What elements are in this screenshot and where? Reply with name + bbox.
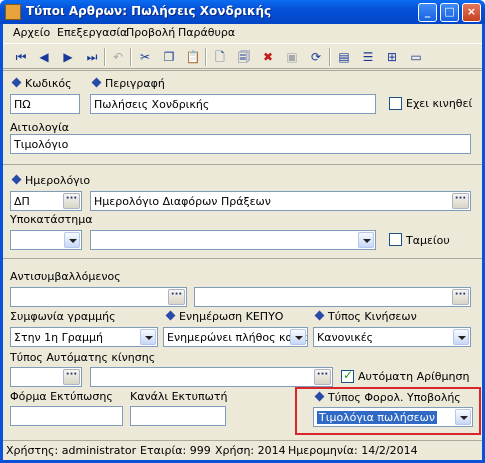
window-title: Τύποι Αρθρων: Πωλήσεις Χονδρικής (26, 4, 272, 18)
kepyo-select[interactable]: Ενημερώνει πλήθος και α (163, 327, 308, 347)
section-divider (3, 164, 482, 165)
auto-numbering-checkbox[interactable] (341, 368, 354, 383)
menu-edit[interactable]: Επεξεργασία (57, 26, 127, 39)
print-form-label: Φόρμα Εκτύπωσης (10, 390, 113, 403)
menu-bar: Αρχείο Επεξεργασία Προβολή Παράθυρα (3, 24, 482, 43)
required-icon (314, 310, 325, 321)
app-icon (5, 4, 21, 20)
cash-checkbox[interactable] (389, 233, 402, 246)
journal-code-lookup-button[interactable]: ··· (63, 193, 80, 209)
journal-lookup-button[interactable]: ··· (452, 193, 469, 209)
toolbar-separator (104, 48, 106, 66)
required-icon (314, 391, 325, 402)
required-icon (165, 310, 176, 321)
dropdown-arrow-icon[interactable] (64, 232, 80, 248)
code-label: Κωδικός (11, 77, 72, 90)
delete-icon[interactable]: ✖ (259, 48, 277, 66)
required-icon (91, 77, 102, 88)
dropdown-arrow-icon[interactable] (453, 329, 469, 345)
title-bar[interactable]: Τύποι Αρθρων: Πωλήσεις Χονδρικής _ □ × (0, 0, 485, 24)
status-bar: Χρήστης: administrator Εταιρία: 999 Χρήσ… (3, 440, 482, 460)
status-company: Εταιρία: 999 (140, 444, 211, 457)
required-icon (11, 77, 22, 88)
branch-select[interactable] (90, 230, 376, 250)
dropdown-arrow-icon[interactable] (290, 329, 306, 345)
reason-field[interactable]: Τιμολόγιο (10, 134, 471, 154)
auto-movement-code-lookup-button[interactable]: ··· (63, 369, 80, 385)
close-button[interactable]: × (462, 3, 481, 22)
journal-label: Ημερολόγιο (11, 174, 90, 187)
print-channel-label: Κανάλι Εκτυπωτή (130, 390, 228, 403)
menu-view[interactable]: Προβολή (126, 26, 175, 39)
movement-type-label: Τύπος Κινήσεων (314, 310, 417, 323)
counterparty-code-field[interactable]: ··· (10, 287, 187, 307)
save-icon[interactable]: ▣ (283, 48, 301, 66)
has-movements-label: Εχει κινηθεί (406, 97, 473, 110)
new-icon[interactable]: 🗋 (211, 48, 229, 66)
auto-numbering-label: Αυτόματη Αρίθμηση (358, 370, 470, 383)
menu-file[interactable]: Αρχείο (13, 26, 50, 39)
first-icon[interactable]: ⏮ (12, 48, 30, 66)
branch-label: Υποκατάστημα (10, 213, 93, 226)
cash-label: Ταμείου (406, 234, 450, 247)
application-window: Τύποι Αρθρων: Πωλήσεις Χονδρικής _ □ × Α… (0, 0, 485, 463)
auto-movement-label: Τύπος Αυτόματης κίνησης (10, 351, 156, 364)
toolbar-separator (130, 48, 132, 66)
counterparty-code-lookup-button[interactable]: ··· (168, 289, 185, 305)
auto-movement-lookup-button[interactable]: ··· (314, 369, 331, 385)
dropdown-arrow-icon[interactable] (358, 232, 374, 248)
list-icon[interactable]: ☰ (359, 48, 377, 66)
auto-movement-field[interactable]: ··· (90, 367, 333, 387)
reason-label: Αιτιολογία (10, 121, 70, 134)
journal-code-field[interactable]: ΔΠ ··· (10, 191, 82, 211)
copy-record-icon[interactable]: 🗐 (235, 48, 253, 66)
window-client-area: Αρχείο Επεξεργασία Προβολή Παράθυρα ⏮ ◀ … (3, 24, 482, 460)
counterparty-label: Αντισυμβαλλόμενος (10, 270, 121, 283)
form-icon[interactable]: ▤ (335, 48, 353, 66)
dropdown-arrow-icon[interactable] (455, 409, 471, 425)
minimize-button[interactable]: _ (418, 3, 437, 22)
status-year: Χρήση: 2014 (215, 444, 286, 457)
auto-movement-code-field[interactable]: ··· (10, 367, 82, 387)
kepyo-label: Ενημέρωση ΚΕΠΥΟ (165, 310, 283, 323)
status-date: Ημερομηνία: 14/2/2014 (288, 444, 418, 457)
tree-icon[interactable]: ⊞ (383, 48, 401, 66)
section-divider (3, 70, 482, 71)
toolbar: ⏮ ◀ ▶ ⏭ ↶ ✂ ❐ 📋 🗋 🗐 ✖ ▣ ⟳ ▤ ☰ ⊞ ▭ (3, 43, 482, 69)
next-icon[interactable]: ▶ (59, 48, 77, 66)
print-form-field[interactable] (10, 406, 123, 426)
has-movements-checkbox[interactable] (389, 97, 402, 110)
status-user: Χρήστης: administrator (6, 444, 137, 457)
line-agreement-select[interactable]: Στην 1η Γραμμή (10, 327, 158, 347)
copy-icon[interactable]: ❐ (160, 48, 178, 66)
refresh-icon[interactable]: ⟳ (307, 48, 325, 66)
last-icon[interactable]: ⏭ (83, 48, 101, 66)
branch-code-select[interactable] (10, 230, 82, 250)
line-agreement-label: Συμφωνία γραμμής (10, 310, 116, 323)
tax-submission-label: Τύπος Φορολ. Υποβολής (314, 391, 461, 404)
menu-windows[interactable]: Παράθυρα (178, 26, 235, 39)
required-icon (11, 174, 22, 185)
movement-type-select[interactable]: Κανονικές (313, 327, 471, 347)
toolbar-separator (329, 48, 331, 66)
tax-submission-select[interactable]: Τιμολόγια πωλήσεων (313, 407, 473, 427)
window-icon[interactable]: ▭ (407, 48, 425, 66)
dropdown-arrow-icon[interactable] (140, 329, 156, 345)
description-label: Περιγραφή (91, 77, 165, 90)
counterparty-name-field[interactable]: ··· (194, 287, 471, 307)
cut-icon[interactable]: ✂ (136, 48, 154, 66)
paste-icon[interactable]: 📋 (184, 48, 202, 66)
description-field[interactable]: Πωλήσεις Χονδρικής (90, 94, 376, 114)
prev-icon[interactable]: ◀ (35, 48, 53, 66)
code-field[interactable]: ΠΩ (10, 94, 80, 114)
counterparty-lookup-button[interactable]: ··· (452, 289, 469, 305)
section-divider (3, 258, 482, 259)
journal-description-field[interactable]: Ημερολόγιο Διαφόρων Πράξεων ··· (90, 191, 471, 211)
maximize-button[interactable]: □ (440, 3, 459, 22)
toolbar-separator (205, 48, 207, 66)
print-channel-field[interactable] (130, 406, 226, 426)
undo-icon[interactable]: ↶ (109, 48, 127, 66)
